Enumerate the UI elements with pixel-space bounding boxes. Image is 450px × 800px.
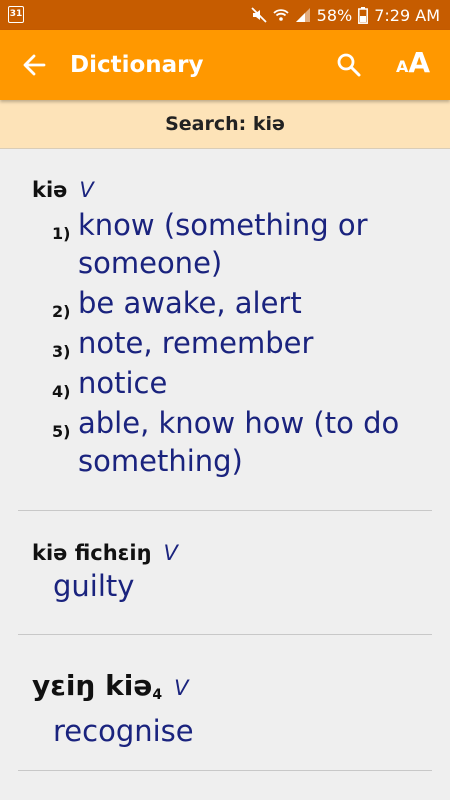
battery-percent: 58% bbox=[316, 5, 353, 25]
sense-item: 4) notice bbox=[18, 364, 432, 402]
search-button[interactable] bbox=[334, 50, 364, 80]
calendar-icon: 31 bbox=[8, 6, 24, 23]
status-indicators: 58% 7:29 AM bbox=[251, 0, 440, 30]
part-of-speech: V bbox=[79, 178, 94, 202]
sense-gloss: note, remember bbox=[78, 326, 314, 360]
entry-header: yɛiŋ kiə4 V bbox=[32, 669, 432, 712]
dictionary-entry[interactable]: yɛiŋ kiə4 V recognise bbox=[18, 635, 432, 771]
sense-item: 2) be awake, alert bbox=[18, 284, 432, 322]
dictionary-entry[interactable]: kiə fichɛiŋ V guilty bbox=[18, 511, 432, 635]
sense-gloss: know (something or someone) bbox=[78, 208, 368, 280]
search-icon bbox=[337, 53, 361, 77]
entry-header: kiə fichɛiŋ V bbox=[32, 539, 432, 567]
headword: kiə fichɛiŋ bbox=[32, 541, 152, 565]
status-bar: 31 58% 7:29 AM bbox=[0, 0, 450, 30]
sense-item: 5) able, know how (to do something) bbox=[18, 404, 432, 480]
sense-item: 3) note, remember bbox=[18, 324, 432, 362]
entry-gloss: recognise bbox=[53, 714, 194, 748]
homonym-number: 4 bbox=[152, 687, 163, 703]
font-size-small-icon: A bbox=[396, 57, 409, 76]
font-size-button[interactable]: AA bbox=[396, 46, 430, 79]
headword: kiə bbox=[32, 178, 68, 202]
part-of-speech: V bbox=[174, 676, 189, 700]
clock: 7:29 AM bbox=[374, 5, 440, 25]
sense-item: 1) know (something or someone) bbox=[18, 206, 432, 282]
signal-icon bbox=[295, 7, 311, 23]
font-size-large-icon: A bbox=[408, 46, 431, 79]
sense-number: 5) bbox=[52, 422, 71, 441]
part-of-speech: V bbox=[163, 541, 178, 565]
app-bar: Dictionary AA bbox=[0, 30, 450, 100]
sense-gloss: notice bbox=[78, 366, 168, 400]
back-button[interactable] bbox=[20, 50, 50, 80]
wifi-icon bbox=[273, 7, 289, 23]
arrow-left-icon bbox=[23, 54, 46, 76]
sense-gloss: able, know how (to do something) bbox=[78, 406, 400, 478]
search-query-banner: Search: kiə bbox=[0, 100, 450, 149]
sense-gloss: be awake, alert bbox=[78, 286, 302, 320]
dictionary-entry[interactable]: kiə V 1) know (something or someone) 2) be … bbox=[18, 150, 432, 511]
headword: yɛiŋ kiə bbox=[32, 669, 153, 702]
entry-gloss: guilty bbox=[53, 569, 135, 603]
sense-number: 1) bbox=[52, 224, 71, 243]
page-title: Dictionary bbox=[70, 52, 204, 78]
calendar-day: 31 bbox=[9, 9, 23, 19]
mute-icon bbox=[251, 7, 267, 23]
entry-header: kiə V bbox=[32, 176, 432, 204]
battery-icon bbox=[358, 6, 369, 24]
